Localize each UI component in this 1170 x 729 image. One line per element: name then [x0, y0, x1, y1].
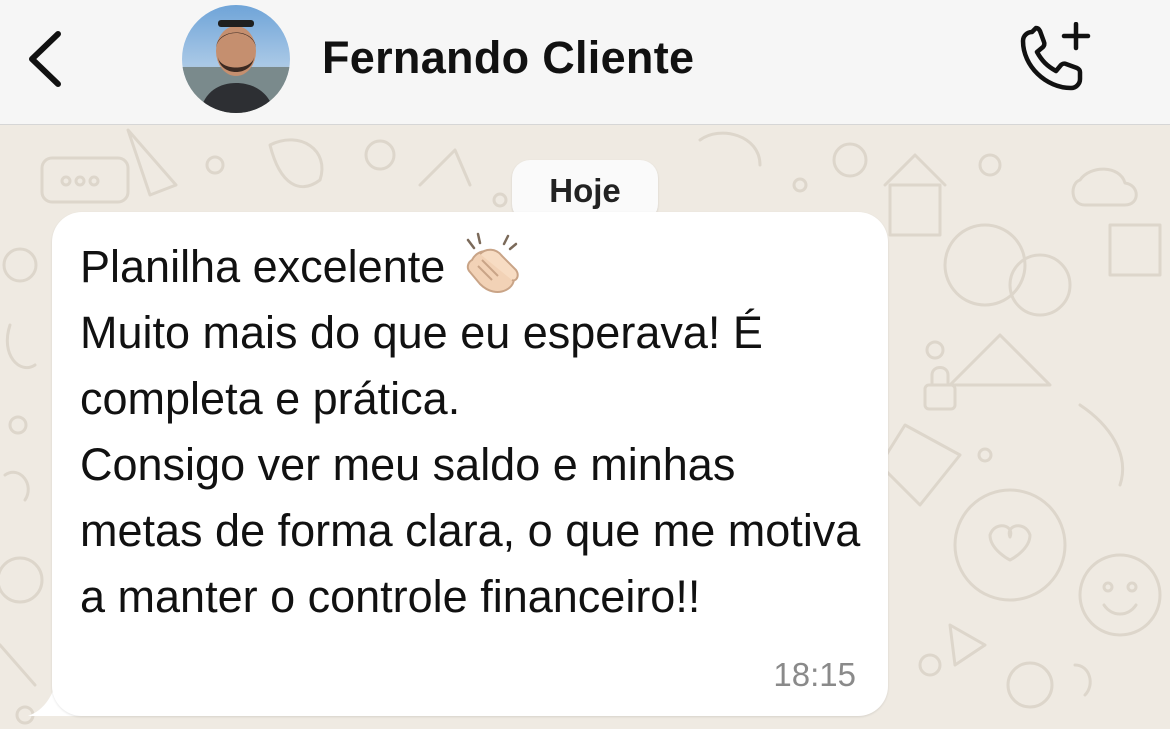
- message-line-1: Planilha excelente: [80, 241, 446, 292]
- back-button[interactable]: [18, 22, 78, 94]
- contact-name[interactable]: Fernando Cliente: [322, 32, 694, 84]
- message-text: Planilha excelente Muito mais do que eu …: [80, 232, 870, 630]
- chevron-left-icon: [29, 31, 61, 87]
- phone-add-icon: [1020, 21, 1091, 91]
- avatar[interactable]: [182, 5, 290, 113]
- message-body: Muito mais do que eu esperava! É complet…: [80, 307, 861, 622]
- chat-header: Fernando Cliente: [0, 0, 1170, 125]
- message-timestamp: 18:15: [773, 656, 856, 693]
- clapping-hands-icon: [458, 230, 524, 296]
- incoming-message-bubble[interactable]: Planilha excelente Muito mais do que eu …: [52, 212, 888, 716]
- add-call-button[interactable]: [1016, 21, 1096, 94]
- contact-photo: [182, 5, 290, 113]
